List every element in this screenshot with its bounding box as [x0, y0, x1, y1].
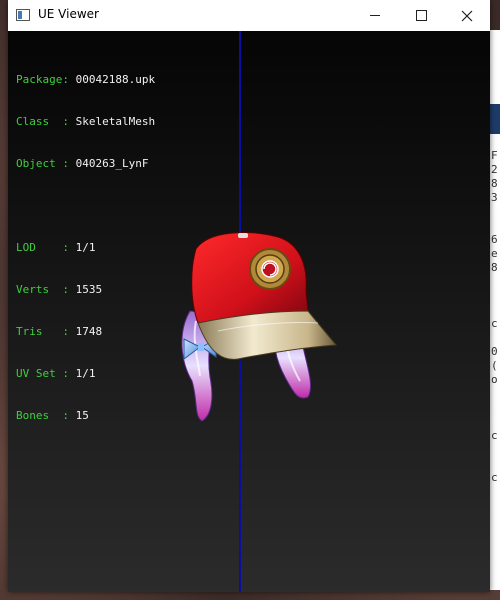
info-label: Bones : — [16, 409, 69, 422]
info-label: Package: — [16, 73, 69, 86]
background-char: 8 — [491, 177, 498, 190]
info-value: 15 — [75, 409, 89, 422]
info-label: Verts : — [16, 283, 69, 296]
background-window-edge: F 2 8 3 6 e 8 c 0 ( o c c — [490, 30, 500, 590]
info-label: LOD : — [16, 241, 69, 254]
title-bar[interactable]: UE Viewer — [8, 0, 490, 32]
background-char: 8 — [491, 261, 498, 274]
background-char: o — [491, 373, 498, 386]
app-icon[interactable] — [16, 9, 30, 21]
background-char: c — [491, 471, 498, 484]
3d-viewport[interactable]: Package: 00042188.upk Class : SkeletalMe… — [8, 31, 490, 592]
background-char: 6 — [491, 233, 498, 246]
info-row-object: Object : 040263_LynF — [16, 157, 155, 171]
info-label: Tris : — [16, 325, 69, 338]
background-window-bar — [490, 104, 500, 134]
info-value: 1/1 — [75, 367, 96, 380]
background-char: c — [491, 317, 498, 330]
background-char: F — [491, 149, 498, 162]
minimize-button[interactable] — [352, 0, 398, 31]
info-row-tris: Tris : 1748 — [16, 325, 155, 339]
background-char: c — [491, 429, 498, 442]
info-value: SkeletalMesh — [75, 115, 156, 128]
info-label: Class : — [16, 115, 69, 128]
close-icon — [461, 10, 473, 21]
info-value: 1748 — [75, 325, 103, 338]
info-label: Object : — [16, 157, 69, 170]
minimize-icon — [370, 15, 380, 16]
info-value: 00042188.upk — [75, 73, 156, 86]
background-char: 0 — [491, 345, 498, 358]
info-row-class: Class : SkeletalMesh — [16, 115, 155, 129]
info-row-bones: Bones : 15 — [16, 409, 155, 423]
info-row-package: Package: 00042188.upk — [16, 73, 155, 87]
maximize-button[interactable] — [398, 0, 444, 31]
background-char: ( — [491, 359, 498, 372]
info-value: 1/1 — [75, 241, 96, 254]
info-label: UV Set : — [16, 367, 69, 380]
maximize-icon — [415, 10, 427, 21]
window-title: UE Viewer — [38, 7, 99, 21]
background-char: 3 — [491, 191, 498, 204]
close-button[interactable] — [444, 0, 490, 31]
info-value: 040263_LynF — [75, 157, 149, 170]
skeletal-mesh-model[interactable] — [158, 201, 348, 431]
background-char: e — [491, 247, 498, 260]
info-row-lod: LOD : 1/1 — [16, 241, 155, 255]
ue-viewer-window: UE Viewer Package: 00042188.upk Class : … — [8, 0, 490, 592]
info-row-verts: Verts : 1535 — [16, 283, 155, 297]
info-value: 1535 — [75, 283, 103, 296]
background-char: 2 — [491, 163, 498, 176]
mesh-info-panel: Package: 00042188.upk Class : SkeletalMe… — [16, 45, 155, 451]
info-row-uvset: UV Set : 1/1 — [16, 367, 155, 381]
info-spacer — [16, 199, 155, 213]
